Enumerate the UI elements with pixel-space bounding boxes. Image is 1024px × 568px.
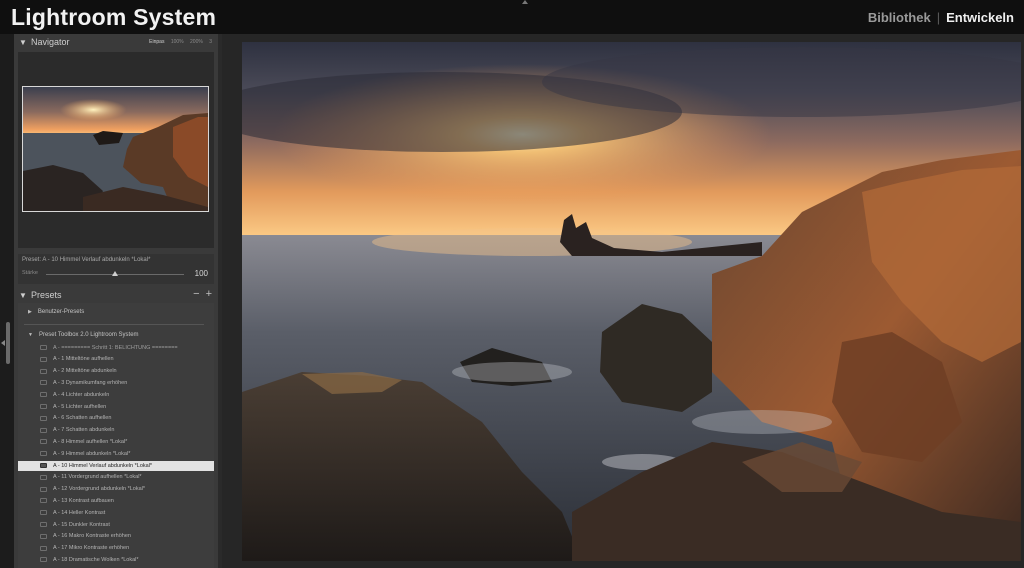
preset-item[interactable]: A - 12 Vordergrund abdunkeln *Lokal*: [18, 485, 214, 495]
collapse-triangle-icon[interactable]: ▼: [19, 291, 27, 300]
module-library[interactable]: Bibliothek: [868, 10, 931, 25]
preset-label: A - 2 Mitteltöne abdunkeln: [53, 368, 117, 375]
left-panel-collapse-icon[interactable]: [1, 340, 5, 346]
module-develop[interactable]: Entwickeln: [946, 10, 1014, 25]
preset-item[interactable]: A - 1 Mitteltöne aufhellen: [18, 355, 214, 365]
collapse-triangle-icon[interactable]: ▼: [19, 38, 27, 47]
preset-icon: [40, 404, 47, 409]
preset-label: A - 14 Heller Kontrast: [53, 509, 106, 516]
preset-icon: [40, 510, 47, 516]
strength-label: Stärke: [22, 270, 38, 276]
preset-group-label: Preset Toolbox 2.0 Lightroom System: [38, 332, 139, 338]
preset-label: A - 4 Lichter abdunkeln: [53, 391, 110, 398]
group-divider: [24, 324, 204, 325]
preset-label: A - 7 Schatten abdunkeln: [53, 427, 115, 434]
preset-icon: [40, 557, 47, 563]
preset-label: A - 1 Mitteltöne aufhellen: [53, 356, 114, 363]
preset-item[interactable]: A - 7 Schatten abdunkeln: [18, 426, 214, 436]
preset-amount-area: Preset: A - 10 Himmel Verlauf abdunkeln …: [18, 254, 214, 284]
navigator-header[interactable]: ▼ Navigator Einpas 100% 200% 3: [14, 34, 218, 51]
preset-label: A - 18 Dramatische Wolken *Lokal*: [53, 556, 139, 563]
preset-icon: [40, 415, 47, 421]
top-panel-toggle-icon[interactable]: [522, 0, 528, 4]
preset-icon: [40, 345, 47, 350]
preset-label: A - 10 Himmel Verlauf abdunkeln *Lokal*: [53, 462, 153, 469]
preset-item[interactable]: A - 18 Dramatische Wolken *Lokal*: [18, 555, 214, 565]
preset-icon: [40, 356, 47, 362]
left-panel: ▼ Navigator Einpas 100% 200% 3 Preset: A…: [14, 34, 218, 568]
preset-item[interactable]: A - 2 Mitteltöne abdunkeln: [18, 367, 214, 377]
collapse-triangle-icon[interactable]: ▼: [28, 332, 33, 338]
presets-header[interactable]: ▼ Presets − +: [14, 287, 218, 304]
remove-preset-button[interactable]: −: [193, 288, 199, 300]
preset-item[interactable]: A - 16 Makro Kontraste erhöhen: [18, 532, 214, 542]
preset-icon: [40, 368, 47, 374]
module-separator: |: [936, 10, 941, 25]
preset-item[interactable]: A - 8 Himmel aufhellen *Lokal*: [18, 437, 214, 447]
zoom-fit-option[interactable]: Einpas: [149, 39, 164, 45]
preset-label: A - 11 Vordergrund aufhellen *Lokal*: [53, 474, 142, 481]
preset-item[interactable]: A - 14 Heller Kontrast: [18, 508, 214, 518]
preset-group-toolbox[interactable]: ▼ Preset Toolbox 2.0 Lightroom System: [28, 332, 139, 338]
preset-icon: [40, 498, 47, 504]
zoom-100-option[interactable]: 100%: [171, 39, 184, 45]
presets-title: Presets: [31, 290, 62, 300]
preset-group-user[interactable]: ▶ Benutzer-Presets: [28, 309, 84, 315]
preset-label: A - 13 Kontrast aufbauen: [53, 497, 114, 504]
presets-actions: − +: [187, 288, 212, 300]
preset-item[interactable]: A - 9 Himmel abdunkeln *Lokal*: [18, 449, 214, 459]
preset-item[interactable]: A - 13 Kontrast aufbauen: [18, 496, 214, 506]
preset-item[interactable]: A - 4 Lichter abdunkeln: [18, 390, 214, 400]
strength-slider-thumb[interactable]: [112, 271, 118, 276]
preset-icon: [40, 522, 47, 527]
preset-label: A - 17 Mikro Kontraste erhöhen: [53, 545, 130, 552]
preset-icon: [40, 486, 47, 492]
zoom-200-option[interactable]: 200%: [190, 39, 203, 45]
preset-icon: [40, 545, 47, 551]
preset-icon: [40, 474, 47, 480]
preset-icon: [40, 427, 47, 433]
navigator-title: Navigator: [31, 37, 70, 47]
preset-icon: [40, 380, 47, 386]
strength-value[interactable]: 100: [195, 269, 208, 278]
preset-item[interactable]: A - 11 Vordergrund aufhellen *Lokal*: [18, 473, 214, 483]
preset-icon: [40, 439, 47, 445]
module-picker: Bibliothek | Entwickeln: [868, 10, 1014, 25]
preset-icon: [40, 392, 47, 398]
expand-triangle-icon[interactable]: ▶: [28, 309, 32, 315]
preset-icon: [40, 533, 47, 539]
preset-group-label: Benutzer-Presets: [37, 309, 85, 315]
main-photo[interactable]: [242, 42, 1021, 561]
current-preset-name: Preset: A - 10 Himmel Verlauf abdunkeln …: [22, 257, 151, 263]
app-title: Lightroom System: [11, 4, 217, 30]
left-panel-drag-handle[interactable]: [6, 322, 10, 364]
zoom-more-option[interactable]: 3: [209, 39, 212, 45]
navigator-zoom-options: Einpas 100% 200% 3: [144, 39, 212, 45]
preset-item[interactable]: A - 6 Schatten aufhellen: [18, 414, 214, 424]
title-bar: Lightroom System Bibliothek | Entwickeln: [0, 0, 1024, 34]
preset-icon: [40, 451, 47, 457]
add-preset-button[interactable]: +: [206, 288, 212, 300]
preset-label: A - 3 Dynamikumfang erhöhen: [53, 379, 128, 386]
preset-label: A - 16 Makro Kontraste erhöhen: [53, 533, 131, 540]
preset-icon: [40, 463, 47, 468]
preset-item[interactable]: A - 15 Dunkler Kontrast: [18, 520, 214, 530]
preset-label: A - 6 Schatten aufhellen: [53, 415, 112, 422]
preset-item[interactable]: A - 17 Mikro Kontraste erhöhen: [18, 544, 214, 554]
preset-item[interactable]: A - ========= Schritt 1: BELICHTUNG ====…: [18, 343, 214, 353]
preset-label: A - 5 Lichter aufhellen: [53, 403, 107, 410]
preset-item[interactable]: A - 5 Lichter aufhellen: [18, 402, 214, 412]
preset-label: A - ========= Schritt 1: BELICHTUNG ====…: [53, 344, 178, 351]
preset-label: A - 12 Vordergrund abdunkeln *Lokal*: [53, 486, 146, 493]
preset-label: A - 9 Himmel abdunkeln *Lokal*: [53, 450, 131, 457]
preset-item[interactable]: A - 3 Dynamikumfang erhöhen: [18, 378, 214, 388]
navigator-thumbnail[interactable]: [22, 86, 209, 212]
left-panel-edge: [0, 34, 14, 568]
preset-item-selected[interactable]: A - 10 Himmel Verlauf abdunkeln *Lokal*: [18, 461, 214, 471]
preset-label: A - 8 Himmel aufhellen *Lokal*: [53, 438, 128, 445]
preset-label: A - 15 Dunkler Kontrast: [53, 521, 110, 528]
